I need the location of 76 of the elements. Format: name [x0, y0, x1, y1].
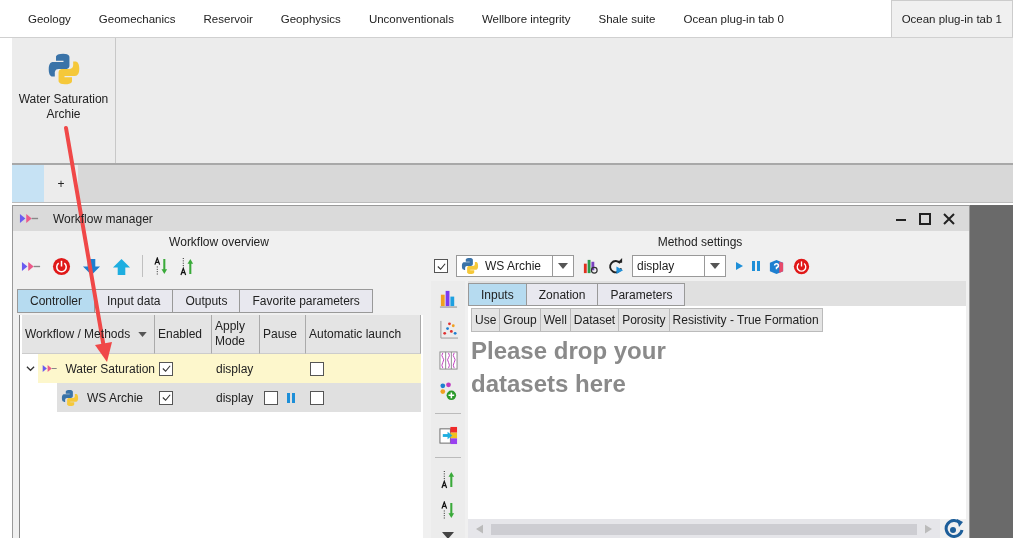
checkbox[interactable] — [310, 361, 324, 376]
tree-row[interactable]: WS Archie display — [57, 383, 421, 412]
close-icon[interactable] — [943, 212, 955, 225]
refresh-icon[interactable] — [607, 257, 624, 275]
pause-icon[interactable] — [287, 392, 295, 403]
tab[interactable]: Input data — [94, 289, 174, 313]
sort-descending-icon[interactable] — [154, 256, 169, 276]
ribbon-tab[interactable]: Wellbore integrity — [467, 0, 585, 37]
ribbon-tab[interactable]: Geomechanics — [84, 0, 190, 37]
python-icon — [461, 257, 479, 275]
tab[interactable]: Zonation — [525, 283, 599, 306]
ribbon-tab[interactable]: Unconventionals — [354, 0, 468, 37]
apply-mode: display — [216, 361, 254, 376]
ribbon-tab[interactable]: Ocean plug-in tab 1 — [890, 0, 1013, 37]
maximize-icon[interactable] — [919, 212, 931, 225]
dropdown-icon[interactable] — [558, 263, 568, 269]
play-icon[interactable] — [734, 261, 744, 271]
chart-search-icon[interactable] — [582, 257, 599, 275]
checkbox[interactable] — [264, 390, 278, 405]
tree-row[interactable]: Water Saturation display — [38, 354, 421, 383]
column-header[interactable]: Automatic launch — [306, 315, 421, 354]
ribbon-tab[interactable]: Geophysics — [266, 0, 355, 37]
ribbon-tab[interactable]: Geology — [14, 0, 85, 37]
dropdown-icon[interactable] — [710, 263, 720, 269]
column-header[interactable]: Group — [499, 308, 541, 332]
column-header[interactable]: Dataset — [569, 308, 620, 332]
python-icon — [46, 52, 81, 86]
tab[interactable]: Outputs — [172, 289, 241, 313]
tab[interactable]: Controller — [17, 289, 96, 313]
column-header[interactable]: Resistivity - True Formation — [668, 308, 823, 332]
column-header[interactable]: Enabled — [155, 315, 212, 354]
method-dropdown[interactable]: WS Archie — [456, 255, 574, 277]
power-icon[interactable] — [793, 257, 810, 275]
column-header[interactable]: Use — [471, 308, 501, 332]
tab[interactable]: Favorite parameters — [239, 289, 373, 313]
workflow-icon[interactable] — [21, 259, 41, 273]
power-icon[interactable] — [52, 256, 71, 276]
log-tracks-icon[interactable] — [438, 351, 458, 370]
caret-down-icon[interactable] — [442, 532, 454, 538]
column-header[interactable]: Well — [539, 308, 571, 332]
checkbox[interactable] — [434, 259, 448, 273]
checkbox[interactable] — [310, 390, 324, 405]
new-tab-button[interactable]: + — [44, 165, 78, 202]
workflow-icon — [19, 212, 39, 225]
column-header[interactable]: Apply Mode — [212, 315, 260, 354]
pause-icon[interactable] — [752, 261, 760, 271]
row-name: WS Archie — [87, 390, 143, 405]
help-cube-icon[interactable] — [768, 257, 785, 275]
add-points-icon[interactable] — [438, 382, 458, 401]
apply-mode: display — [216, 390, 254, 405]
dropdown-icon[interactable] — [138, 331, 147, 337]
ribbon-button[interactable]: Water Saturation Archie — [15, 52, 112, 124]
arrow-down-icon[interactable] — [82, 256, 101, 276]
scatter-plot-icon[interactable] — [438, 320, 458, 339]
import-icon[interactable] — [438, 426, 458, 445]
column-header[interactable]: Pause — [260, 315, 306, 354]
sort-ascending-icon[interactable] — [440, 470, 456, 489]
reload-icon[interactable] — [943, 517, 965, 538]
chevron-down-icon[interactable] — [25, 364, 35, 373]
column-header[interactable]: Porosity — [618, 308, 670, 332]
mode-dropdown[interactable]: display — [632, 255, 726, 277]
checkbox[interactable] — [159, 361, 173, 376]
ribbon-tab[interactable]: Reservoir — [189, 0, 267, 37]
ribbon-tab[interactable]: Ocean plug-in tab 0 — [669, 0, 798, 37]
panel-title: Workflow overview — [168, 234, 270, 251]
ribbon-tab[interactable]: Shale suite — [584, 0, 670, 37]
sort-descending-icon[interactable] — [440, 501, 456, 520]
panel-title: Method settings — [656, 234, 744, 251]
row-name: Water Saturation — [65, 361, 155, 376]
tab[interactable]: Parameters — [597, 283, 686, 306]
tab[interactable]: Inputs — [468, 283, 527, 306]
checkbox[interactable] — [159, 390, 173, 405]
sort-ascending-icon[interactable] — [180, 256, 195, 276]
python-icon — [61, 388, 79, 407]
drop-hint: Please drop your datasets here — [471, 336, 667, 399]
bar-chart-icon[interactable] — [438, 289, 458, 308]
